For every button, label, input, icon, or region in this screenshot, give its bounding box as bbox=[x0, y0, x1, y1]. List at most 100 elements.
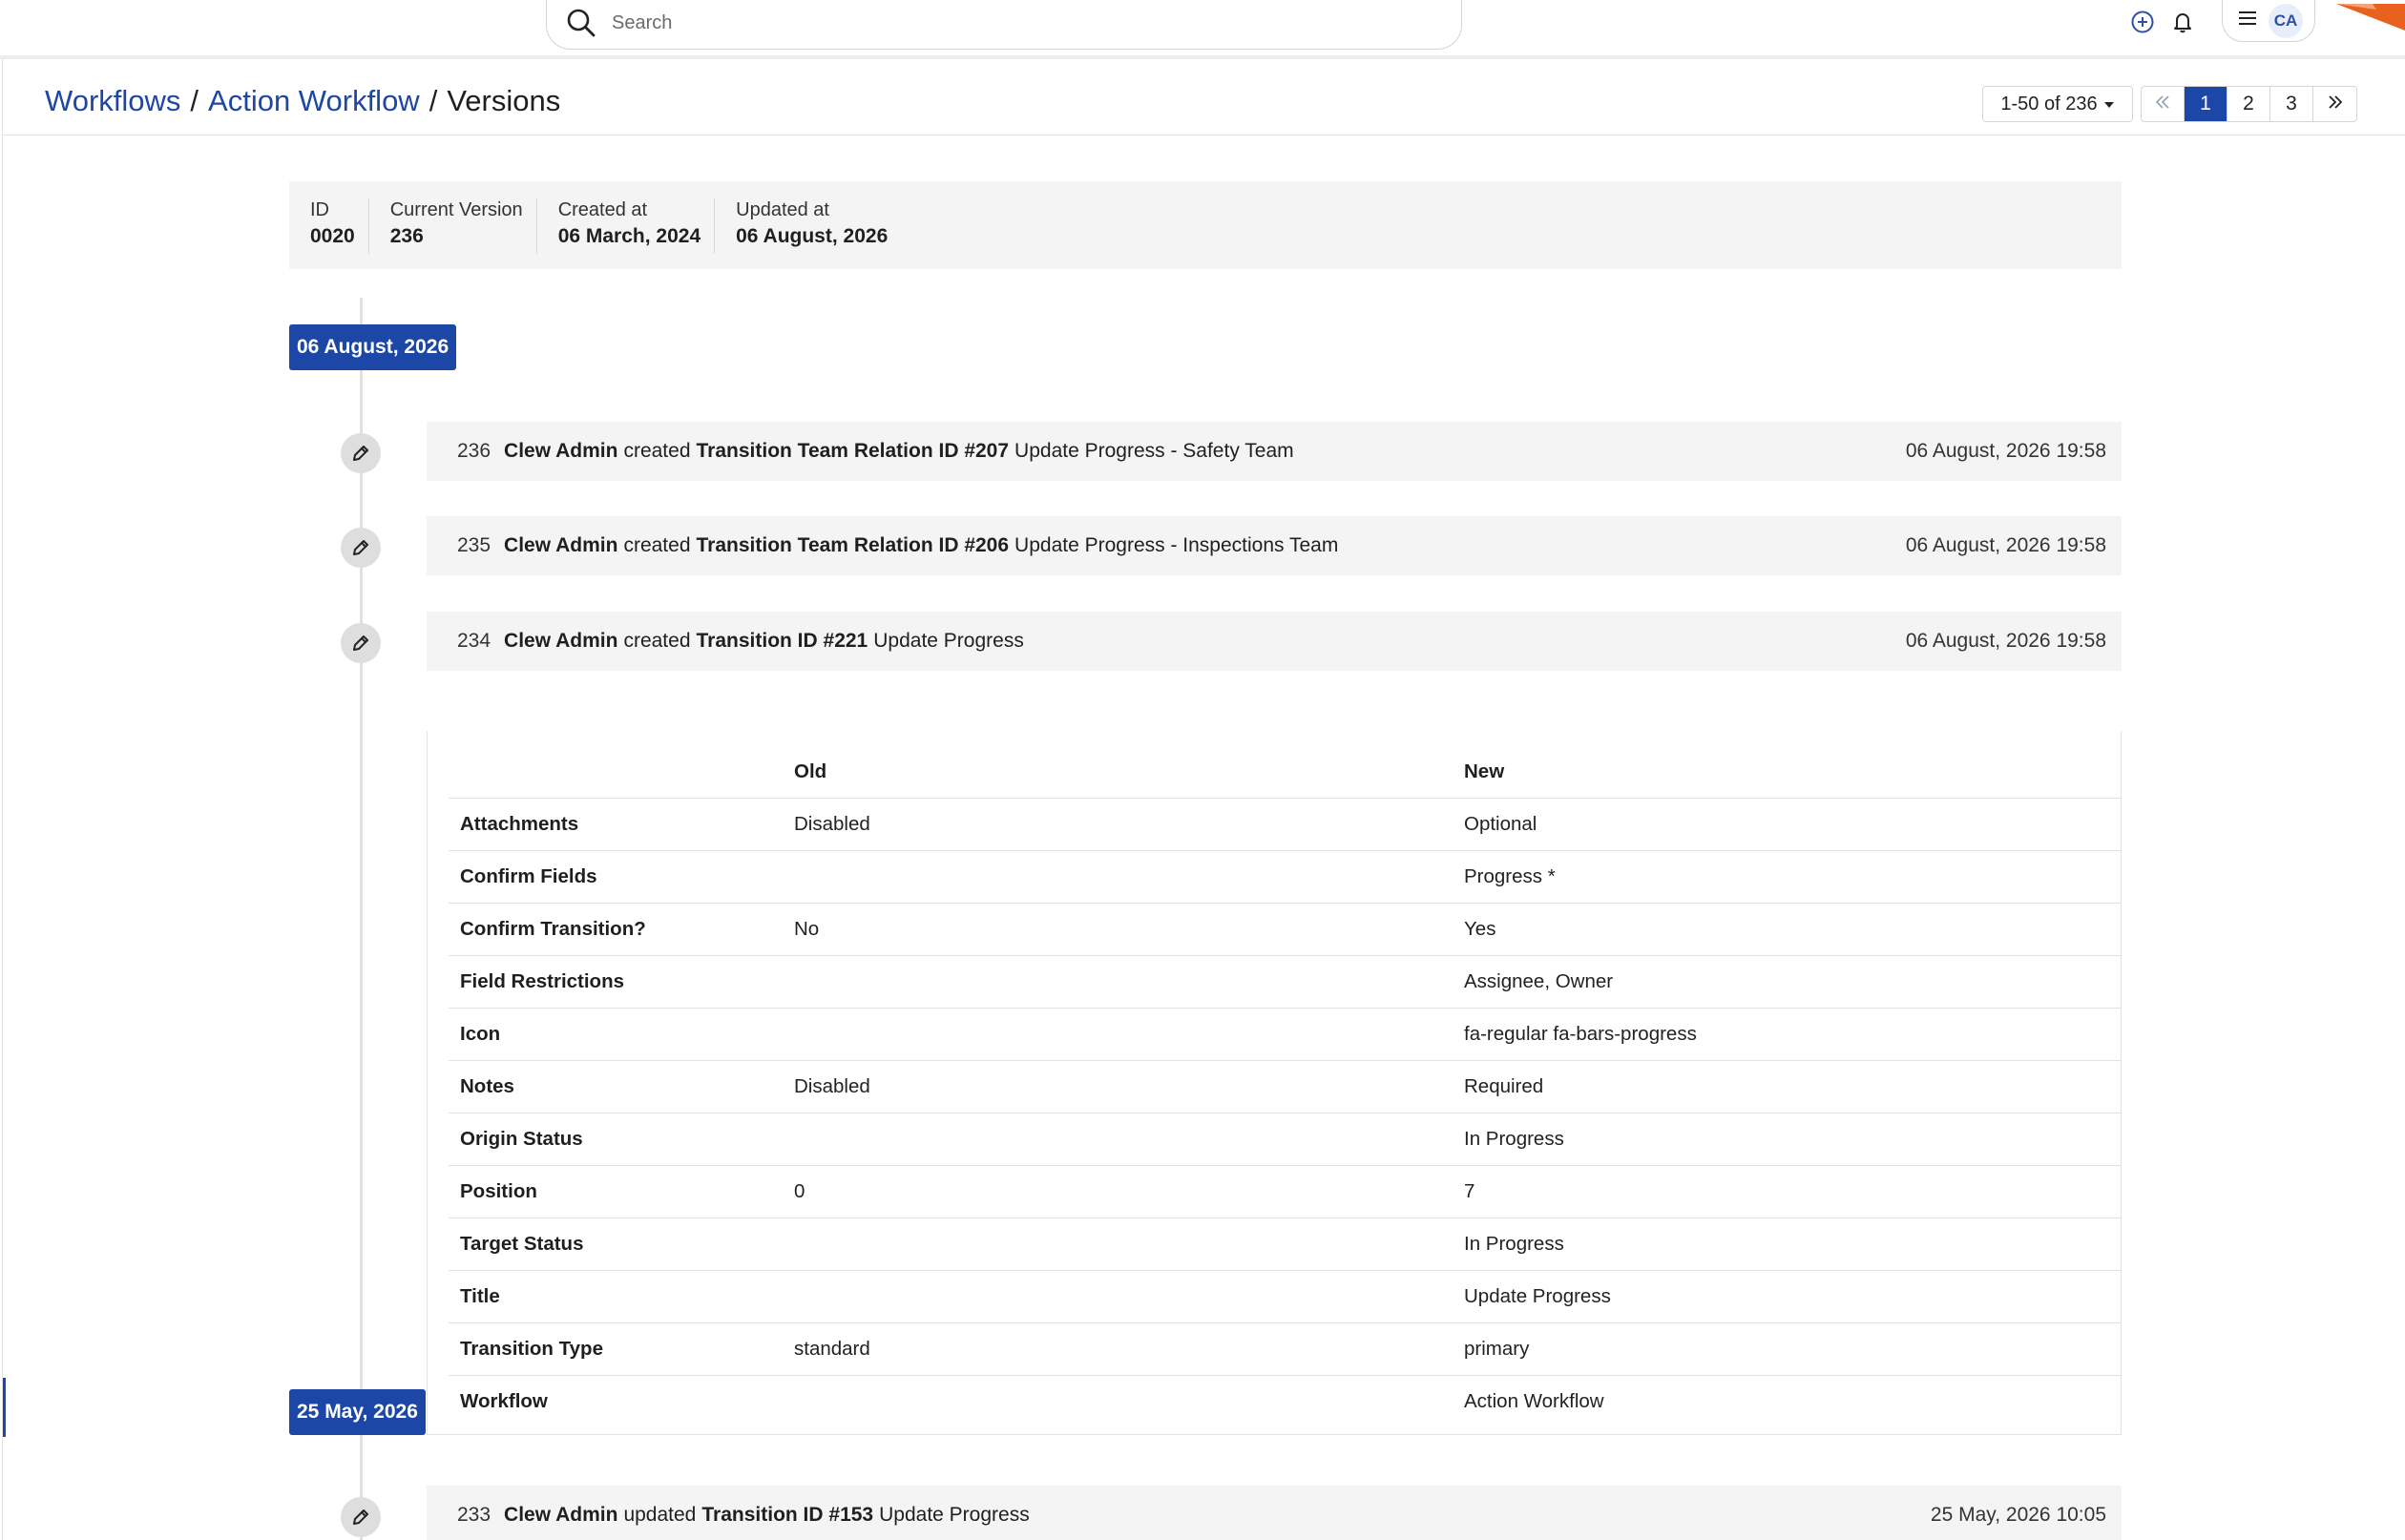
table-row: Icon fa-regular fa-bars-progress bbox=[449, 1008, 2121, 1061]
page-range-label: 1-50 of 236 bbox=[2000, 93, 2098, 114]
field-name: Title bbox=[449, 1270, 783, 1323]
field-name: Transition Type bbox=[449, 1322, 783, 1376]
target-description: Update Progress - Inspections Team bbox=[1014, 534, 1339, 556]
action-verb: created bbox=[623, 534, 691, 556]
table-row: Target Status In Progress bbox=[449, 1217, 2121, 1271]
summary-label: Created at bbox=[557, 199, 648, 220]
old-value bbox=[783, 1113, 1453, 1166]
field-name: Icon bbox=[449, 1008, 783, 1061]
new-value: Optional bbox=[1453, 798, 2121, 851]
summary-created-at: Created at 06 March, 2024 bbox=[537, 198, 716, 254]
breadcrumb-workflows[interactable]: Workflows bbox=[45, 84, 180, 118]
version-number: 236 bbox=[457, 440, 491, 462]
field-name: Target Status bbox=[449, 1217, 783, 1271]
new-value: 7 bbox=[1453, 1165, 2121, 1218]
hamburger-menu-icon[interactable] bbox=[2236, 9, 2259, 32]
version-entry[interactable]: 236 Clew Admin created Transition Team R… bbox=[427, 422, 2122, 481]
avatar[interactable]: CA bbox=[2269, 3, 2303, 38]
page-button-3[interactable]: 3 bbox=[2270, 87, 2313, 121]
summary-updated-at: Updated at 06 August, 2026 bbox=[715, 198, 901, 254]
target-description: Update Progress bbox=[879, 1504, 1030, 1526]
table-row: Field Restrictions Assignee, Owner bbox=[449, 955, 2121, 1009]
entry-timestamp: 06 August, 2026 19:58 bbox=[1905, 630, 2106, 652]
target-object: Transition ID #153 bbox=[701, 1504, 874, 1526]
bell-icon[interactable] bbox=[2166, 6, 2199, 38]
breadcrumb-separator: / bbox=[429, 84, 438, 117]
field-name: Attachments bbox=[449, 798, 783, 851]
table-row: Origin Status In Progress bbox=[449, 1113, 2121, 1166]
caret-down-icon bbox=[2103, 94, 2115, 115]
new-value: Yes bbox=[1453, 903, 2121, 956]
new-value: Action Workflow bbox=[1464, 1389, 1604, 1412]
old-value: standard bbox=[783, 1322, 1453, 1376]
version-number: 234 bbox=[457, 630, 491, 652]
old-value: No bbox=[783, 903, 1453, 956]
top-bar: CA bbox=[0, 0, 2405, 55]
field-name: Workflow bbox=[460, 1389, 548, 1412]
actor-name: Clew Admin bbox=[504, 440, 618, 462]
entry-timestamp: 06 August, 2026 19:58 bbox=[1905, 534, 2106, 556]
target-object: Transition Team Relation ID #206 bbox=[696, 534, 1010, 556]
target-description: Update Progress - Safety Team bbox=[1014, 440, 1294, 462]
first-page-button[interactable] bbox=[2142, 87, 2185, 121]
column-header-field bbox=[449, 746, 783, 799]
user-menu[interactable]: CA bbox=[2222, 0, 2315, 42]
breadcrumb-action-workflow[interactable]: Action Workflow bbox=[208, 84, 420, 118]
brand-logo[interactable] bbox=[2334, 0, 2405, 37]
target-description: Update Progress bbox=[873, 630, 1024, 652]
pagination: 1 2 3 bbox=[2141, 86, 2357, 122]
entry-timestamp: 06 August, 2026 19:58 bbox=[1905, 440, 2106, 462]
pencil-icon bbox=[341, 1497, 381, 1537]
old-value bbox=[783, 1375, 1453, 1427]
pencil-icon bbox=[341, 433, 381, 473]
action-verb: created bbox=[623, 440, 691, 462]
timeline-line bbox=[360, 298, 363, 1540]
entry-timestamp: 25 May, 2026 10:05 bbox=[1930, 1504, 2106, 1526]
summary-label: Current Version bbox=[389, 199, 523, 220]
pencil-icon bbox=[341, 528, 381, 568]
field-name: Confirm Transition? bbox=[449, 903, 783, 956]
table-row: Transition Type standard primary bbox=[449, 1322, 2121, 1376]
summary-value: 06 March, 2024 bbox=[557, 225, 701, 247]
target-object: Transition Team Relation ID #207 bbox=[696, 440, 1010, 462]
old-value: Disabled bbox=[783, 798, 1453, 851]
page-button-2[interactable]: 2 bbox=[2227, 87, 2270, 121]
add-circle-icon[interactable] bbox=[2126, 6, 2159, 38]
summary-value: 06 August, 2026 bbox=[736, 225, 889, 247]
old-value bbox=[783, 955, 1453, 1009]
summary-label: Updated at bbox=[736, 199, 829, 220]
version-number: 235 bbox=[457, 534, 491, 556]
version-entry[interactable]: 235 Clew Admin created Transition Team R… bbox=[427, 516, 2122, 575]
version-number: 233 bbox=[457, 1504, 491, 1526]
table-row: Title Update Progress bbox=[449, 1270, 2121, 1323]
page-button-1[interactable]: 1 bbox=[2185, 87, 2227, 121]
breadcrumb: Workflows / Action Workflow / Versions bbox=[45, 84, 560, 118]
summary-id: ID 0020 bbox=[289, 198, 369, 254]
workflow-summary: ID 0020 Current Version 236 Created at 0… bbox=[289, 181, 2122, 269]
chevron-double-left-icon bbox=[2154, 93, 2171, 115]
new-value: Update Progress bbox=[1453, 1270, 2121, 1323]
field-name: Notes bbox=[449, 1060, 783, 1113]
table-row: Position 0 7 bbox=[449, 1165, 2121, 1218]
action-verb: updated bbox=[623, 1504, 697, 1526]
new-value: Required bbox=[1453, 1060, 2121, 1113]
field-name: Position bbox=[449, 1165, 783, 1218]
version-entry[interactable]: 233 Clew Admin updated Transition ID #15… bbox=[427, 1486, 2122, 1540]
search-input[interactable] bbox=[612, 11, 1394, 34]
table-row: Attachments Disabled Optional bbox=[449, 798, 2121, 851]
search-bar[interactable] bbox=[546, 0, 1462, 50]
changes-table: Old New Attachments Disabled Optional Conf… bbox=[449, 746, 2121, 1427]
column-header-old: Old bbox=[783, 746, 1453, 799]
pencil-icon bbox=[341, 623, 381, 663]
page-header: Workflows / Action Workflow / Versions 1… bbox=[3, 59, 2405, 135]
new-value: Progress * bbox=[1453, 850, 2121, 904]
column-header-new: New bbox=[1453, 746, 2121, 799]
table-row: Notes Disabled Required bbox=[449, 1060, 2121, 1113]
last-page-button[interactable] bbox=[2313, 87, 2356, 121]
table-row: Confirm Transition? No Yes bbox=[449, 903, 2121, 956]
actor-name: Clew Admin bbox=[504, 630, 618, 652]
table-row: Workflow Action Workflow bbox=[449, 1375, 2121, 1427]
scroll-indicator bbox=[3, 1378, 6, 1437]
version-entry-expanded[interactable]: 234 Clew Admin created Transition ID #22… bbox=[427, 612, 2122, 671]
page-range-dropdown[interactable]: 1-50 of 236 bbox=[1982, 86, 2133, 122]
